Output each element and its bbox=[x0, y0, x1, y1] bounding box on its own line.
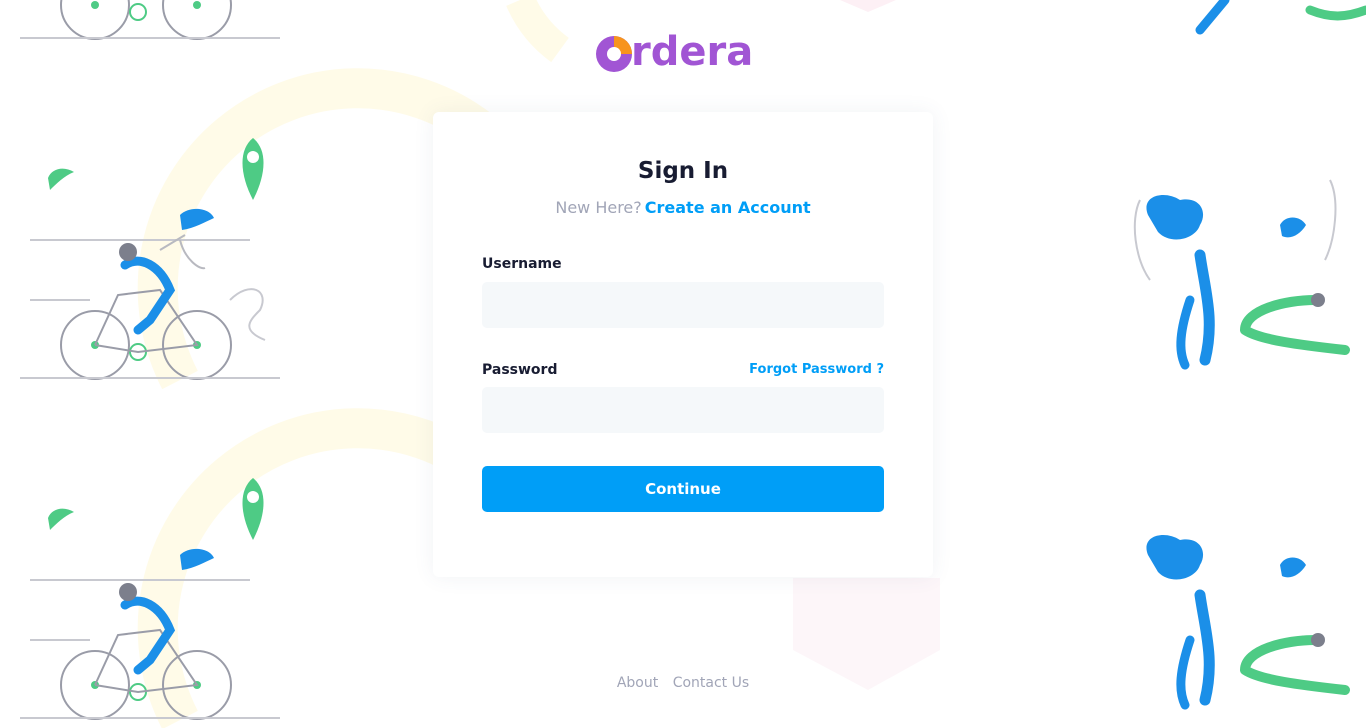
about-link[interactable]: About bbox=[617, 675, 658, 691]
sign-in-card: Sign In New Here? Create an Account Usern… bbox=[433, 112, 933, 577]
username-label: Username bbox=[482, 256, 562, 272]
logo-mark-icon bbox=[596, 36, 632, 72]
background-arc bbox=[137, 68, 493, 390]
dancers-illustration bbox=[1195, 0, 1366, 35]
footer: About Contact Us bbox=[0, 675, 1366, 691]
create-account-link[interactable]: Create an Account bbox=[645, 198, 811, 217]
cyclist-illustration bbox=[20, 0, 280, 40]
password-input[interactable] bbox=[482, 387, 884, 433]
signup-prompt: New Here? Create an Account bbox=[433, 198, 933, 217]
dancers-illustration bbox=[1133, 179, 1350, 370]
username-input[interactable] bbox=[482, 282, 884, 328]
brand-name: rdera bbox=[631, 29, 754, 75]
continue-button[interactable]: Continue bbox=[482, 466, 884, 512]
forgot-password-link[interactable]: Forgot Password ? bbox=[749, 362, 884, 377]
cyclist-illustration bbox=[20, 138, 280, 380]
signup-prompt-text: New Here? bbox=[555, 198, 642, 217]
contact-us-link[interactable]: Contact Us bbox=[673, 675, 749, 691]
background-arc bbox=[506, 0, 570, 63]
brand-logo[interactable]: rdera bbox=[594, 29, 774, 78]
page-title: Sign In bbox=[637, 158, 729, 184]
password-label: Password bbox=[482, 362, 558, 378]
background-shape bbox=[793, 578, 940, 690]
background-shape bbox=[840, 0, 896, 12]
